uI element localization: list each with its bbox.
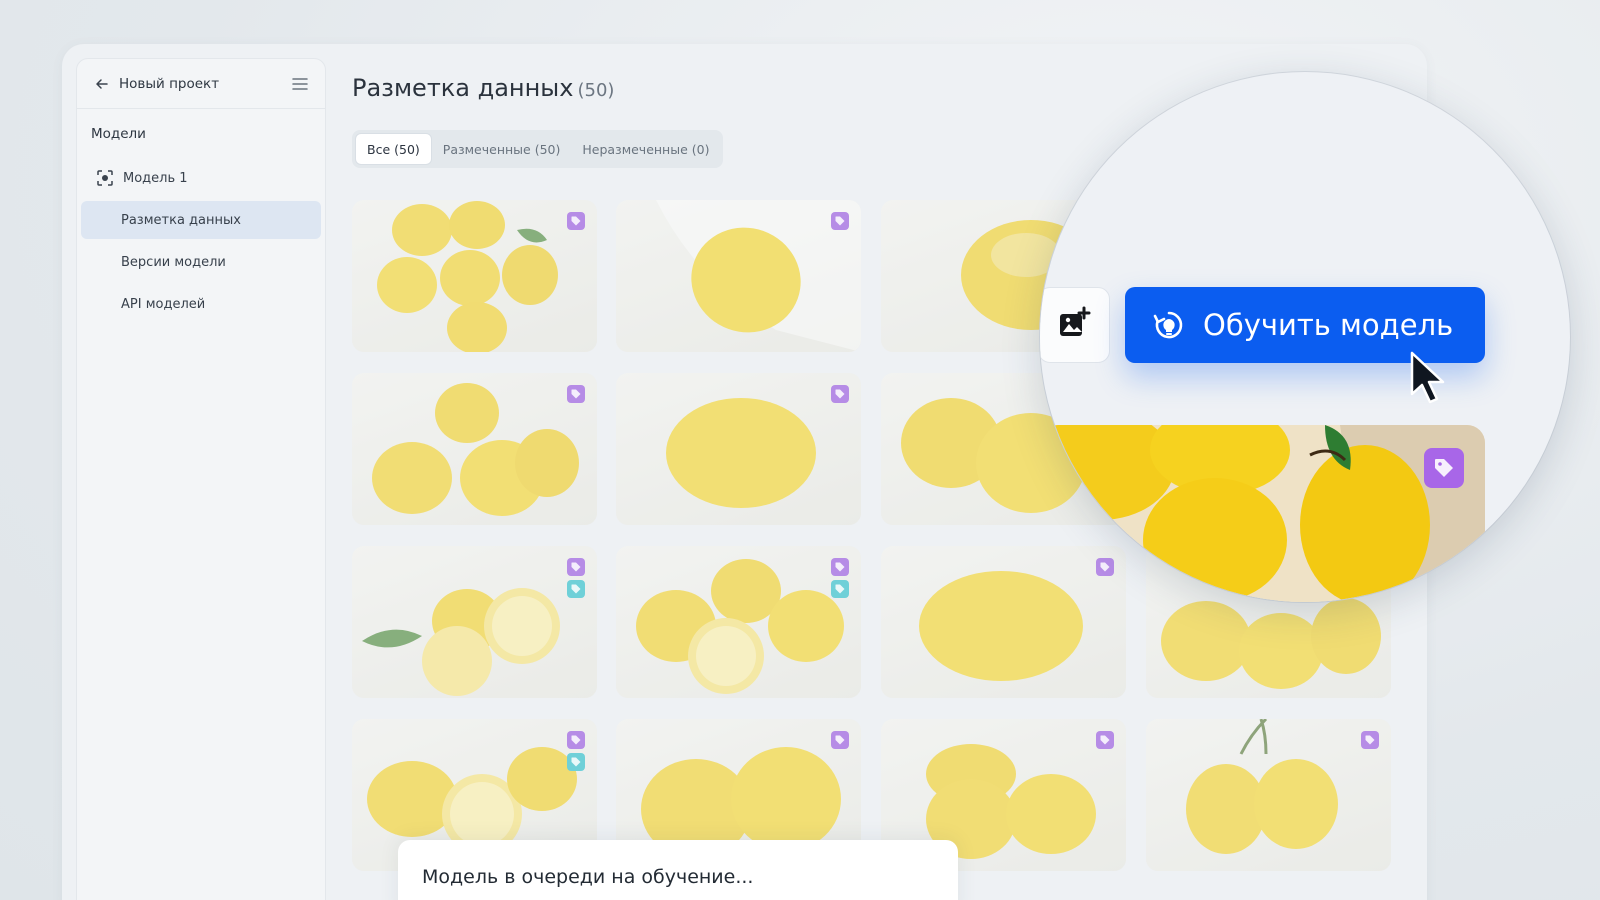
tag-icon <box>567 212 585 230</box>
tile-overlay <box>616 546 861 698</box>
tag-icon <box>1096 731 1114 749</box>
image-tile[interactable] <box>352 373 597 525</box>
sidebar-header: Новый проект <box>77 59 325 109</box>
page-title-text: Разметка данных <box>352 74 574 102</box>
sidebar-item-label: API моделей <box>121 296 206 312</box>
image-tile[interactable] <box>352 200 597 352</box>
tab-labeled[interactable]: Размеченные (50) <box>432 133 572 165</box>
image-tile[interactable] <box>616 546 861 698</box>
tag-icon <box>831 580 849 598</box>
tag-icon <box>1361 731 1379 749</box>
cursor-icon <box>1408 350 1452 404</box>
sidebar-section-models: Модели <box>91 126 146 142</box>
image-tile[interactable] <box>352 546 597 698</box>
project-title: Новый проект <box>119 75 220 92</box>
tag-icon <box>831 558 849 576</box>
page-title-count: (50) <box>577 80 615 101</box>
training-queue-toast: Модель в очереди на обучение... <box>398 840 958 900</box>
zoomed-tag-icon <box>1424 448 1464 488</box>
train-icon <box>1151 307 1187 343</box>
image-tile[interactable] <box>616 200 861 352</box>
tile-overlay <box>352 546 597 698</box>
sidebar-item-model-api[interactable]: API моделей <box>81 285 321 323</box>
tab-all[interactable]: Все (50) <box>355 133 432 165</box>
tag-icon <box>831 731 849 749</box>
sidebar-item-label: Модель 1 <box>123 170 188 186</box>
zoom-magnifier: Обучить модель <box>1040 72 1570 602</box>
tile-overlay <box>352 200 597 352</box>
tag-icon <box>567 753 585 771</box>
image-tile[interactable] <box>616 373 861 525</box>
sidebar-item-model-1[interactable]: Модель 1 <box>81 159 321 197</box>
model-scan-icon <box>95 168 115 188</box>
sidebar: Новый проект Модели Модель 1 Разметка да… <box>76 58 326 900</box>
tag-icon <box>567 731 585 749</box>
sidebar-item-label: Разметка данных <box>121 212 241 228</box>
tag-icon <box>567 558 585 576</box>
add-image-icon <box>1057 306 1091 344</box>
page-title: Разметка данных (50) <box>352 74 614 102</box>
back-arrow-icon[interactable] <box>91 73 113 95</box>
menu-icon[interactable] <box>289 73 311 95</box>
filter-tabs: Все (50) Размеченные (50) Неразмеченные … <box>352 130 724 168</box>
sidebar-item-data-labeling[interactable]: Разметка данных <box>81 201 321 239</box>
tab-unlabeled[interactable]: Неразмеченные (0) <box>571 133 720 165</box>
train-model-label: Обучить модель <box>1203 308 1454 342</box>
image-tile[interactable] <box>1146 719 1391 871</box>
tag-icon <box>567 580 585 598</box>
zoomed-lemons-image <box>1040 425 1485 602</box>
tile-overlay <box>352 373 597 525</box>
tile-overlay <box>616 373 861 525</box>
tag-icon <box>567 385 585 403</box>
tile-overlay <box>1146 719 1391 871</box>
tile-overlay <box>616 200 861 352</box>
sidebar-item-label: Версии модели <box>121 254 226 270</box>
sidebar-item-model-versions[interactable]: Версии модели <box>81 243 321 281</box>
tag-icon <box>831 212 849 230</box>
tag-icon <box>831 385 849 403</box>
add-image-button[interactable] <box>1040 287 1110 363</box>
